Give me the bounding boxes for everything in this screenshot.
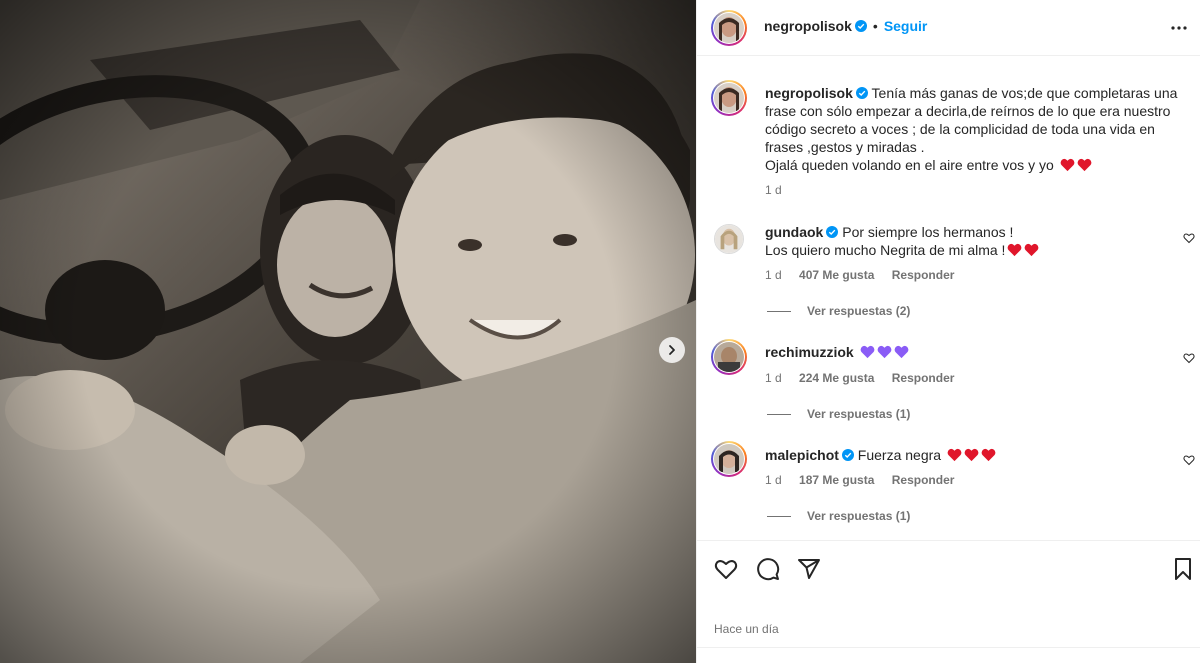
view-replies-button[interactable]: Ver respuestas (1) [767,407,910,421]
purple-heart-emoji-icon [894,345,908,359]
reply-button[interactable]: Responder [892,371,955,385]
comment-likes[interactable]: 187 Me gusta [799,473,874,487]
heart-icon[interactable] [714,557,738,581]
chevron-right-icon [669,345,675,355]
post-side-panel: negropolisok • Seguir negropolisok Tenía… [696,0,1200,663]
comment-username[interactable]: gundaok [765,224,823,240]
author-avatar[interactable] [714,13,744,43]
comment-avatar[interactable] [714,444,744,474]
author-username[interactable]: negropolisok [764,18,852,34]
purple-heart-emoji-icon [877,345,891,359]
verified-icon [855,87,868,99]
comment-meta: 1 d 407 Me gusta Responder [765,268,968,282]
post-actions-bar: Hace un día [697,540,1200,663]
reply-button[interactable]: Responder [892,268,955,282]
view-replies-label: Ver respuestas (1) [807,509,911,523]
comment-item: malepichot Fuerza negra [765,446,1185,464]
like-comment-heart-icon[interactable] [1183,232,1195,244]
more-horizontal-icon[interactable] [1169,18,1189,38]
bookmark-icon[interactable] [1171,557,1195,581]
follow-button[interactable]: Seguir [884,18,928,34]
view-replies-label: Ver respuestas (2) [807,304,911,318]
red-heart-emoji-icon [1060,158,1075,172]
like-comment-heart-icon[interactable] [1183,352,1195,364]
replies-divider [767,515,791,517]
view-replies-label: Ver respuestas (1) [807,407,911,421]
replies-divider [767,310,791,312]
comment-input-bar [697,647,1200,663]
post-photo[interactable] [0,0,696,663]
comment-time: 1 d [765,371,782,385]
next-photo-button[interactable] [659,337,685,363]
caption-username[interactable]: negropolisok [765,85,853,101]
comment-text: Fuerza negra [857,447,942,463]
red-heart-emoji-icon [1008,243,1022,257]
red-heart-emoji-icon [981,448,996,462]
comment-avatar[interactable] [714,342,744,372]
red-heart-emoji-icon [964,448,979,462]
verified-icon [826,226,839,238]
verified-icon [841,449,854,461]
comment-likes[interactable]: 224 Me gusta [799,371,874,385]
caption-meta: 1 d [765,183,796,197]
purple-heart-emoji-icon [860,345,874,359]
comment-avatar[interactable] [714,224,744,254]
post-header: negropolisok • Seguir [697,0,1200,56]
caption-text-line2: Ojalá queden volando en el aire entre vo… [765,157,1054,173]
comment-text-line2: Los quiero mucho Negrita de mi alma ! [765,242,1006,258]
comment-username[interactable]: malepichot [765,447,839,463]
red-heart-emoji-icon [947,448,962,462]
comment-time: 1 d [765,473,782,487]
red-heart-emoji-icon [1077,158,1092,172]
comment-meta: 1 d 224 Me gusta Responder [765,371,968,385]
post-date: Hace un día [714,622,779,636]
comment-item: rechimuzziok [765,343,1185,361]
comment-text: Por siempre los hermanos ! [842,224,1014,240]
comment-time: 1 d [765,268,782,282]
caption-time: 1 d [765,183,782,197]
caption-avatar[interactable] [714,83,744,113]
post-caption: negropolisok Tenía más ganas de vos;de q… [765,84,1185,174]
like-comment-heart-icon[interactable] [1183,454,1195,466]
red-heart-emoji-icon [1025,243,1039,257]
separator-dot: • [872,18,878,34]
share-icon[interactable] [797,557,821,581]
comment-icon[interactable] [756,557,780,581]
view-replies-button[interactable]: Ver respuestas (2) [767,304,910,318]
reply-button[interactable]: Responder [892,473,955,487]
replies-divider [767,413,791,415]
view-replies-button[interactable]: Ver respuestas (1) [767,509,910,523]
comment-username[interactable]: rechimuzziok [765,344,854,360]
comment-likes[interactable]: 407 Me gusta [799,268,874,282]
verified-icon [854,20,867,32]
comment-meta: 1 d 187 Me gusta Responder [765,473,968,487]
vintage-photo-image [0,0,696,663]
comment-item: gundaok Por siempre los hermanos ! Los q… [765,223,1185,259]
